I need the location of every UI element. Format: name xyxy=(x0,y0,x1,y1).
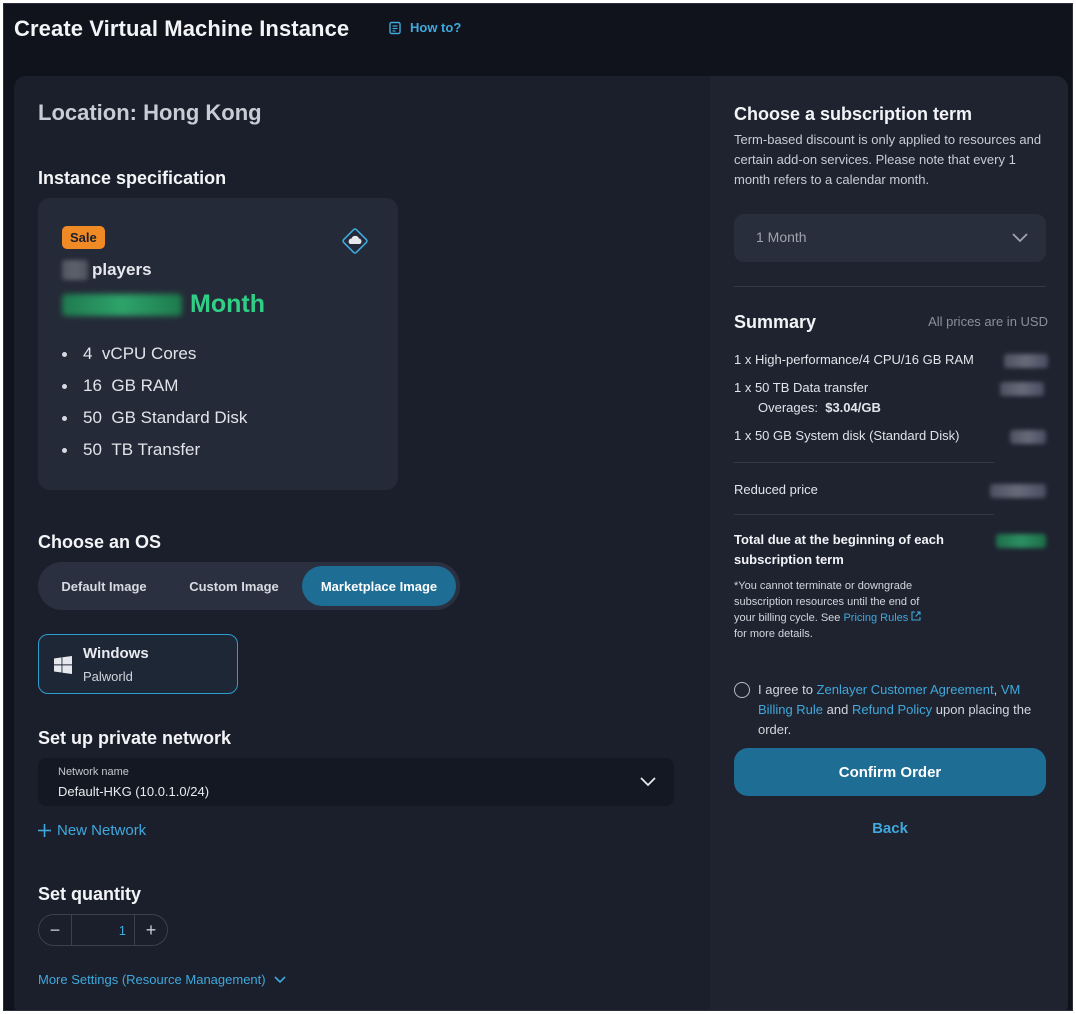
term-heading: Choose a subscription term xyxy=(734,104,973,124)
currency-note: All prices are in USD xyxy=(928,314,1048,329)
quantity-increment-button[interactable]: + xyxy=(135,915,167,945)
term-select[interactable]: 1 Month xyxy=(734,214,1046,262)
redacted-value xyxy=(62,260,88,280)
summary-item-compute: 1 x High-performance/4 CPU/16 GB RAM xyxy=(734,352,974,367)
divider xyxy=(734,514,994,515)
cloud-icon xyxy=(342,228,368,254)
document-icon xyxy=(389,21,401,34)
spec-item: 50 GB Standard Disk xyxy=(62,402,247,434)
pricing-rules-link[interactable]: Pricing Rules xyxy=(843,612,908,624)
agree-radio[interactable] xyxy=(734,682,750,698)
reduced-price-label: Reduced price xyxy=(734,482,818,497)
os-option-windows[interactable]: Windows Palworld xyxy=(38,634,238,694)
spec-item: 4 vCPU Cores xyxy=(62,338,247,370)
quantity-heading: Set quantity xyxy=(38,884,142,904)
header: Create Virtual Machine Instance How to? xyxy=(4,4,1072,76)
windows-icon xyxy=(54,656,72,674)
term-description: Term-based discount is only applied to r… xyxy=(734,132,1042,187)
price-unit: Month xyxy=(190,290,265,318)
redacted-value xyxy=(1004,354,1048,368)
billing-fineprint: *You cannot terminate or downgrade subsc… xyxy=(734,578,934,642)
spec-item: 50 TB Transfer xyxy=(62,434,247,466)
new-network-link[interactable]: New Network xyxy=(38,822,146,839)
network-label: Network name xyxy=(58,766,129,778)
how-to-label: How to? xyxy=(410,20,462,35)
plan-price: Month xyxy=(62,290,265,319)
sale-badge: Sale xyxy=(62,226,105,249)
customer-agreement-link[interactable]: Zenlayer Customer Agreement xyxy=(817,682,994,697)
page-title: Create Virtual Machine Instance xyxy=(14,16,350,41)
network-heading: Set up private network xyxy=(38,728,232,748)
more-settings-label: More Settings (Resource Management) xyxy=(38,972,266,987)
new-network-label: New Network xyxy=(57,822,147,839)
os-subtitle: Palworld xyxy=(83,669,133,684)
plan-name-text: players xyxy=(92,260,152,279)
redacted-value xyxy=(990,484,1046,498)
redacted-total xyxy=(996,534,1046,548)
summary-item-disk: 1 x 50 GB System disk (Standard Disk) xyxy=(734,428,960,443)
summary-column: Choose a subscription term Term-based di… xyxy=(710,76,1068,1010)
location-heading: Location: Hong Kong xyxy=(38,100,262,125)
summary-item-transfer: 1 x 50 TB Data transfer xyxy=(734,380,869,395)
overages-line: Overages: $3.04/GB xyxy=(758,400,881,415)
network-select[interactable]: Network name Default-HKG (10.0.1.0/24) xyxy=(38,758,674,806)
chevron-down-icon xyxy=(640,777,656,787)
chevron-down-icon xyxy=(274,975,286,983)
quantity-stepper: − 1 + xyxy=(38,914,168,946)
total-due-label: Total due at the beginning of each subsc… xyxy=(734,532,944,567)
term-value: 1 Month xyxy=(756,229,807,245)
config-column: Location: Hong Kong Instance specificati… xyxy=(14,76,710,1010)
redacted-price xyxy=(62,293,182,316)
tab-default-image[interactable]: Default Image xyxy=(42,566,166,606)
quantity-decrement-button[interactable]: − xyxy=(39,915,71,945)
overages-label: Overages: xyxy=(758,400,818,415)
main-panel: Location: Hong Kong Instance specificati… xyxy=(14,76,1068,1010)
more-settings-toggle[interactable]: More Settings (Resource Management) xyxy=(38,972,286,987)
network-value: Default-HKG (10.0.1.0/24) xyxy=(58,784,210,799)
external-link-icon xyxy=(911,611,921,621)
divider xyxy=(734,462,994,463)
how-to-link[interactable]: How to? xyxy=(388,20,461,35)
quantity-input[interactable]: 1 xyxy=(71,915,135,945)
divider xyxy=(734,286,1046,287)
confirm-order-button[interactable]: Confirm Order xyxy=(734,748,1046,796)
plus-icon xyxy=(38,824,51,837)
os-tab-group: Default Image Custom Image Marketplace I… xyxy=(38,562,460,610)
tab-marketplace-image[interactable]: Marketplace Image xyxy=(302,566,456,606)
app-window: Create Virtual Machine Instance How to? … xyxy=(3,3,1073,1011)
os-heading: Choose an OS xyxy=(38,532,162,552)
refund-policy-link[interactable]: Refund Policy xyxy=(852,702,932,717)
instance-spec-card[interactable]: Sale players Month 4 vCPU Cores 16 GB RA… xyxy=(38,198,398,490)
plan-name: players xyxy=(62,260,152,280)
chevron-down-icon xyxy=(1012,233,1028,243)
agreement: I agree to Zenlayer Customer Agreement, … xyxy=(734,680,1044,740)
summary-heading: Summary xyxy=(734,312,817,332)
spec-heading: Instance specification xyxy=(38,168,227,188)
spec-item: 16 GB RAM xyxy=(62,370,247,402)
overages-value: $3.04/GB xyxy=(825,400,881,415)
spec-list: 4 vCPU Cores 16 GB RAM 50 GB Standard Di… xyxy=(62,338,247,466)
tab-custom-image[interactable]: Custom Image xyxy=(166,566,302,606)
back-button[interactable]: Back xyxy=(734,820,1046,837)
redacted-value xyxy=(1010,430,1046,444)
os-name: Windows xyxy=(83,645,149,662)
redacted-value xyxy=(1000,382,1044,396)
